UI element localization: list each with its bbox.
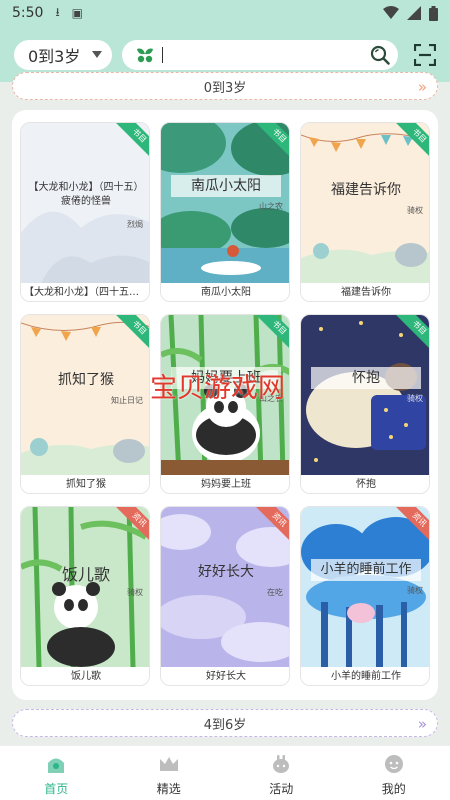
book-cover: 小羊的睡前工作 骑权 资讯 [301, 507, 429, 667]
activity-icon [273, 755, 290, 773]
crown-icon [159, 757, 178, 771]
nav-label: 我的 [381, 782, 406, 796]
book-caption: 南瓜小太阳 [161, 283, 289, 301]
book-caption: 小羊的睡前工作 [301, 667, 429, 685]
book-caption: 怀抱 [301, 475, 429, 493]
book-card[interactable]: 小羊的睡前工作 骑权 资讯 小羊的睡前工作 [300, 506, 430, 686]
notification-icon: ▣ [71, 6, 83, 20]
book-cover-title: 福建告诉你 [331, 182, 401, 198]
book-card[interactable]: 福建告诉你 骑权 书目 福建告诉你 [300, 122, 430, 302]
category-banner-0-3[interactable]: 0到3岁 » [12, 72, 438, 100]
book-caption: 好好长大 [161, 667, 289, 685]
book-caption: 福建告诉你 [301, 283, 429, 301]
book-cover-title: 南瓜小太阳 [171, 175, 281, 197]
book-card[interactable]: 好好长大 在吃 资讯 好好长大 [160, 506, 290, 686]
book-cover-title: 饭儿歌 [61, 565, 110, 584]
watermark-text: 宝贝游戏网 [150, 373, 285, 404]
double-chevron-right-icon: » [417, 715, 427, 733]
book-cover-title: 抓知了猴 [58, 372, 114, 388]
book-cover: 【大龙和小龙】（四十五）疲倦的怪兽 烈焗 书目 [21, 123, 149, 283]
nav-item-featured[interactable]: 精选 [113, 746, 226, 800]
nav-item-activity[interactable]: 活动 [225, 746, 338, 800]
book-cover: 南瓜小太阳 山之农 书目 [161, 123, 289, 283]
book-cover-author: 烈焗 [127, 220, 143, 229]
search-input[interactable] [162, 47, 163, 63]
search-icon[interactable] [370, 45, 390, 65]
book-card[interactable]: 【大龙和小龙】（四十五）疲倦的怪兽 烈焗 书目 【大龙和小龙】（四十五）... [20, 122, 150, 302]
category-label: 0到3岁 [203, 80, 247, 96]
book-cover-title: 【大龙和小龙】（四十五）疲倦的怪兽 [28, 182, 144, 207]
status-time: 5:50 [12, 5, 44, 21]
scan-icon[interactable] [414, 44, 436, 66]
book-card[interactable]: 饭儿歌 骑权 资讯 饭儿歌 [20, 506, 150, 686]
nav-item-home[interactable]: 首页 [0, 746, 113, 800]
book-caption: 【大龙和小龙】（四十五）... [21, 283, 149, 301]
category-banner-4-6[interactable]: 4到6岁 » [12, 709, 438, 737]
book-cover-author: 骑权 [407, 206, 423, 215]
book-cover-author: 山之农 [259, 202, 283, 211]
profile-icon [384, 755, 403, 773]
book-grid: 【大龙和小龙】（四十五）疲倦的怪兽 烈焗 书目 【大龙和小龙】（四十五）... … [12, 110, 438, 700]
nav-item-profile[interactable]: 我的 [338, 746, 450, 800]
book-cover-author: 在吃 [267, 588, 283, 597]
book-caption: 抓知了猴 [21, 475, 149, 493]
book-caption: 妈妈要上班 [161, 475, 289, 493]
book-card[interactable]: 抓知了猴 知止日记 书目 抓知了猴 [20, 314, 150, 494]
app-logo-icon [137, 48, 153, 63]
book-cover-title: 怀抱 [311, 367, 421, 389]
book-cover: 抓知了猴 知止日记 书目 [21, 315, 149, 475]
bottom-nav: 首页 精选 活动 我的 [0, 745, 450, 800]
double-chevron-right-icon: » [417, 78, 427, 96]
status-bar: 5:50 ⭳ ▣ [0, 0, 450, 26]
nav-label: 精选 [156, 782, 181, 796]
wifi-icon [383, 6, 399, 19]
book-cover-author: 骑权 [407, 586, 423, 595]
book-cover: 饭儿歌 骑权 资讯 [21, 507, 149, 667]
book-cover-author: 骑权 [407, 394, 423, 403]
battery-icon [429, 5, 438, 21]
book-card[interactable]: 怀抱 骑权 书目 怀抱 [300, 314, 430, 494]
book-cover-author: 骑权 [127, 588, 143, 597]
book-cover: 福建告诉你 骑权 书目 [301, 123, 429, 283]
download-icon: ⭳ [55, 4, 60, 19]
age-range-value: 0到3岁 [28, 47, 81, 66]
book-cover: 好好长大 在吃 资讯 [161, 507, 289, 667]
book-cover-author: 知止日记 [111, 396, 143, 405]
signal-icon [407, 6, 421, 20]
nav-label: 活动 [269, 782, 294, 796]
search-bar[interactable] [122, 40, 398, 70]
book-cover-title: 好好长大 [198, 564, 254, 580]
chevron-down-icon [92, 51, 102, 58]
home-icon [48, 758, 65, 773]
book-cover-title: 小羊的睡前工作 [311, 559, 421, 581]
nav-label: 首页 [44, 782, 69, 796]
book-caption: 饭儿歌 [21, 667, 149, 685]
category-label: 4到6岁 [203, 717, 247, 733]
book-cover: 怀抱 骑权 书目 [301, 315, 429, 475]
book-card[interactable]: 南瓜小太阳 山之农 书目 南瓜小太阳 [160, 122, 290, 302]
age-range-select[interactable]: 0到3岁 [14, 40, 112, 70]
